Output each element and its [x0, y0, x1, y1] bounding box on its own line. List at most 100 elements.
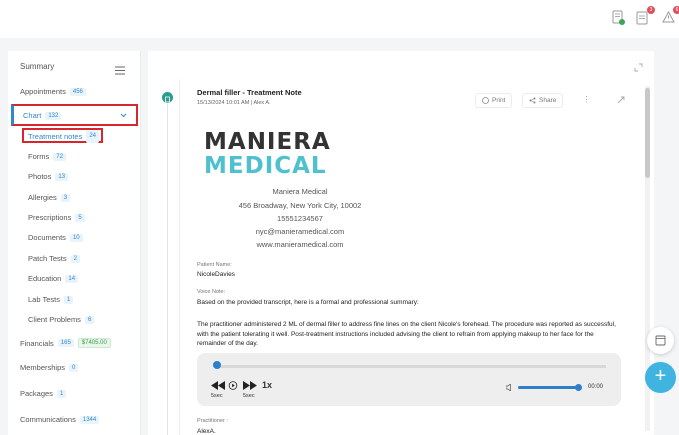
timeline-line [167, 103, 168, 435]
sidebar-summary[interactable]: Summary [20, 62, 54, 71]
clipboard-icon[interactable]: 3 [636, 6, 655, 26]
sidebar-item-label: Client Problems [28, 315, 81, 324]
alert-badge: 6 [673, 6, 679, 14]
calendar-icon [655, 335, 666, 346]
sidebar-item-patch-tests[interactable]: Patch Tests 2 [28, 254, 80, 263]
play-icon[interactable] [228, 381, 238, 390]
count-badge: 132 [45, 111, 62, 120]
sidebar-item-prescriptions[interactable]: Prescriptions 5 [28, 213, 85, 222]
practitioner-label: Practitioner : [197, 418, 228, 424]
sidebar-item-chart-row: Chart 132 [23, 111, 62, 120]
calendar-button[interactable] [647, 327, 674, 354]
fast-forward-icon[interactable] [243, 381, 257, 390]
chevron-down-icon[interactable] [120, 112, 127, 119]
count-badge: 24 [86, 130, 100, 143]
sidebar-item-label: Treatment notes [28, 132, 83, 141]
count-badge: 0 [69, 363, 79, 372]
playback-speed[interactable]: 1x [262, 380, 272, 390]
count-badge: 165 [57, 339, 74, 347]
sidebar-item-label: Documents [28, 233, 66, 242]
sidebar-item-lab-tests[interactable]: Lab Tests 1 [28, 295, 74, 304]
sidebar-item-label: Financials [20, 338, 54, 348]
note-scrollbar-thumb[interactable] [645, 88, 650, 178]
patient-name-label: Patient Name: [197, 262, 232, 268]
amount-badge: $7405.00 [77, 338, 111, 348]
sidebar-item-education[interactable]: Education 14 [28, 274, 79, 283]
count-badge: 72 [53, 152, 66, 161]
sidebar-item-label: Memberships [20, 363, 66, 372]
audio-progress-track[interactable] [216, 365, 606, 368]
forward-label: 5sec [243, 393, 255, 399]
volume-icon[interactable] [506, 384, 514, 391]
audio-progress-handle[interactable] [213, 361, 221, 369]
volume-slider[interactable] [518, 386, 578, 389]
sidebar-item-label: Forms [28, 152, 50, 161]
clinic-logo-top: MANIERA [204, 129, 331, 155]
count-badge: 14 [65, 274, 79, 283]
clinic-address: 456 Broadway, New York City, 10002 [238, 201, 362, 210]
print-icon [482, 97, 489, 104]
print-label: Print [492, 97, 506, 104]
print-button[interactable]: Print [475, 93, 513, 108]
sidebar-item-label: Packages [20, 389, 53, 398]
practitioner-value: AlexA. [197, 428, 216, 435]
clinic-website: www.manieramedical.com [256, 240, 344, 249]
sidebar-item-label: Patch Tests [28, 254, 67, 263]
count-badge: 456 [69, 87, 86, 96]
note-type-icon [162, 92, 173, 103]
sidebar-item-appointments[interactable]: Appointments 456 [20, 87, 86, 96]
rewind-label: 5sec [211, 393, 223, 399]
count-badge: 13 [55, 172, 69, 181]
sidebar-item-communications[interactable]: Communications 1344 [20, 415, 100, 424]
count-badge: 6 [84, 315, 95, 324]
count-badge: 3 [60, 193, 71, 202]
sidebar-item-label: Photos [28, 172, 52, 181]
sidebar-item-chart[interactable]: Chart 132 [11, 104, 138, 126]
audio-player: 1x 5sec 5sec 00:00 [197, 353, 621, 406]
count-badge: 1 [63, 295, 74, 304]
clinic-name: Maniera Medical [272, 187, 328, 196]
note-meta: 15/13/2024 10:01 AM | Alex A. [197, 100, 271, 106]
more-options-icon[interactable]: ⋮ [579, 93, 594, 108]
audio-time: 00:00 [588, 384, 604, 390]
sidebar-item-forms[interactable]: Forms 72 [28, 152, 66, 161]
alert-triangle-icon[interactable]: 6 [662, 6, 679, 26]
sidebar-item-memberships[interactable]: Memberships 0 [20, 363, 79, 372]
add-button[interactable]: + [645, 362, 676, 393]
share-icon [529, 97, 536, 104]
sidebar-item-label: Appointments [20, 87, 66, 96]
sidebar-item-label: Allergies [28, 193, 57, 202]
voice-note-body: The practitioner administered 2 ML of de… [197, 321, 616, 347]
rewind-icon[interactable] [211, 381, 225, 390]
document-check-icon[interactable] [612, 10, 626, 26]
sidebar-item-packages[interactable]: Packages 1 [20, 389, 67, 398]
sidebar-item-photos[interactable]: Photos 13 [28, 172, 69, 181]
sidebar-item-allergies[interactable]: Allergies 3 [28, 193, 71, 202]
patient-name-value: NicoleDavies [197, 271, 235, 278]
count-badge: 10 [69, 233, 83, 242]
notification-badge: 3 [647, 6, 655, 14]
sidebar-item-documents[interactable]: Documents 10 [28, 233, 83, 242]
expand-icon[interactable] [634, 63, 643, 72]
collapse-icon[interactable] [617, 96, 625, 104]
sidebar-item-label: Chart [23, 111, 42, 120]
share-button[interactable]: Share [522, 93, 564, 108]
sidebar-item-label: Lab Tests [28, 295, 60, 304]
sidebar-item-label: Education [28, 274, 62, 283]
voice-note-intro: Based on the provided transcript, here i… [197, 299, 419, 306]
clinic-phone: 15551234567 [277, 214, 323, 223]
clinic-logo-bottom: MEDICAL [204, 153, 327, 179]
top-bar: 3 6 [0, 0, 679, 38]
sidebar-item-financials[interactable]: Financials 165 $7405.00 [20, 338, 111, 348]
count-badge: 1 [56, 389, 67, 398]
sidebar-item-treatment-notes[interactable]: Treatment notes 24 [22, 128, 103, 143]
filter-list-icon[interactable] [115, 62, 125, 75]
count-badge: 2 [70, 254, 80, 263]
clinic-email: nyc@manieramedical.com [255, 227, 345, 236]
sidebar-item-label: Communications [20, 415, 76, 424]
voice-note-label: Voice Note: [197, 289, 226, 295]
volume-handle[interactable] [575, 384, 582, 391]
count-badge: 5 [75, 213, 85, 222]
sidebar-item-client-problems[interactable]: Client Problems 6 [28, 315, 95, 324]
sidebar-item-treatment-notes-row: Treatment notes 24 [28, 130, 101, 143]
